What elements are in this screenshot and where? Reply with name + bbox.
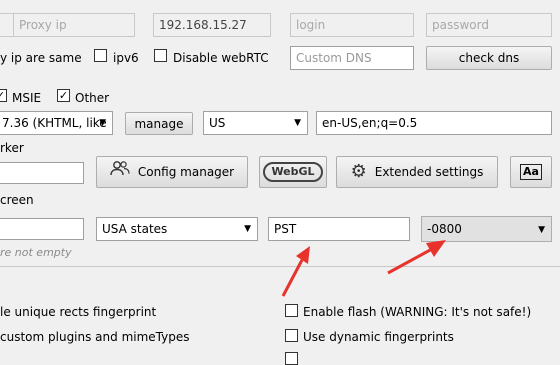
- custom-plugins-label: custom plugins and mimeTypes: [0, 330, 190, 344]
- dynamic-fingerprints-checkbox[interactable]: [285, 329, 298, 342]
- arrow-to-offset: [387, 240, 446, 275]
- next-checkbox[interactable]: [285, 352, 298, 365]
- dynamic-fingerprints-label: Use dynamic fingerprints: [303, 330, 454, 344]
- unique-rects-label: le unique rects fingerprint: [0, 305, 157, 319]
- annotation-arrows: [281, 240, 446, 297]
- enable-flash-label: Enable flash (WARNING: It's not safe!): [303, 305, 532, 319]
- enable-flash-checkbox[interactable]: [285, 304, 298, 317]
- arrow-to-timezone: [281, 246, 310, 297]
